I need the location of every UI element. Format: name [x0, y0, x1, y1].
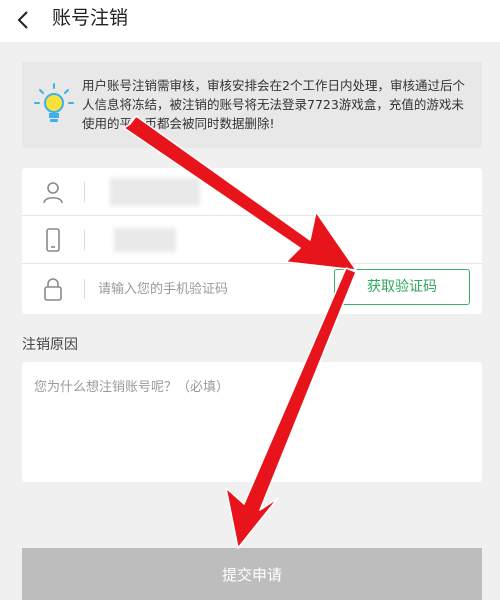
account-form: 获取验证码: [22, 168, 482, 314]
page-title: 账号注销: [52, 7, 129, 29]
lightbulb-icon: [34, 82, 74, 126]
top-bar: 账号注销: [0, 0, 500, 42]
back-button[interactable]: [12, 8, 36, 32]
chevron-left-icon: [17, 11, 28, 29]
row-divider: [84, 230, 85, 250]
username-value-blurred: [110, 178, 200, 206]
username-row: [22, 168, 482, 216]
notice-banner: 用户账号注销需审核，审核安排会在2个工作日内处理，审核通过后个人信息将冻结，被注…: [22, 62, 482, 148]
submit-button[interactable]: 提交申请: [22, 548, 482, 600]
reason-textarea[interactable]: [22, 362, 482, 482]
get-code-button[interactable]: 获取验证码: [334, 269, 470, 305]
phone-icon: [40, 227, 66, 253]
verify-code-row: 获取验证码: [22, 264, 482, 314]
reason-label: 注销原因: [22, 337, 78, 353]
phone-value-blurred: [114, 228, 176, 252]
user-icon: [40, 179, 66, 205]
lock-icon: [40, 276, 66, 302]
row-divider: [84, 279, 85, 299]
row-divider: [84, 182, 85, 202]
phone-row: [22, 216, 482, 264]
verify-code-input[interactable]: [98, 278, 318, 300]
notice-text: 用户账号注销需审核，审核安排会在2个工作日内处理，审核通过后个人信息将冻结，被注…: [82, 78, 465, 131]
reason-box: [22, 362, 482, 482]
